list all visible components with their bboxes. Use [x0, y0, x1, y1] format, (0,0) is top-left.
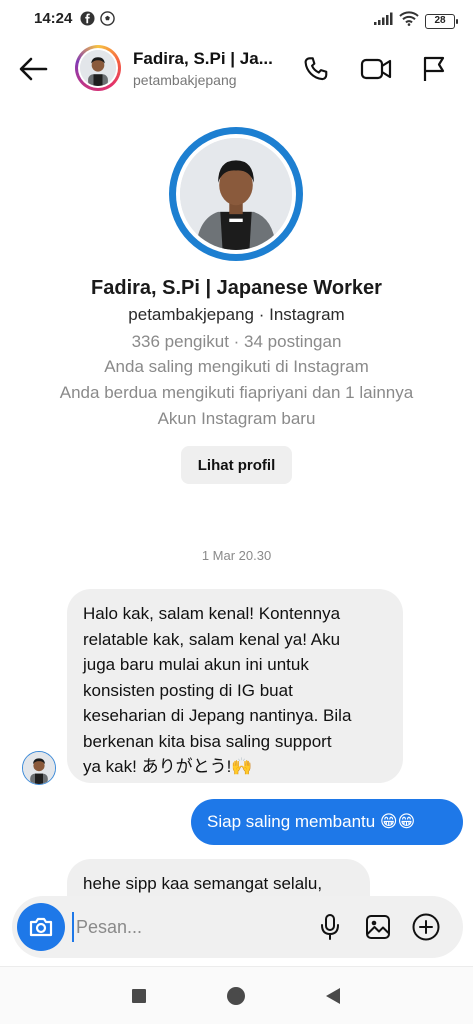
message-line: Halo kak, salam kenal! Kontennya: [83, 604, 341, 623]
message-composer: [12, 896, 463, 958]
mutual-followers: Anda berdua mengikuti fiapriyani dan 1 l…: [59, 383, 414, 402]
triangle-back-icon: [326, 988, 340, 1004]
header-username[interactable]: petambakjepang: [133, 72, 237, 88]
square-icon: [132, 989, 146, 1003]
message-timestamp: 1 Mar 20.30: [201, 548, 272, 563]
voice-message-button[interactable]: [313, 910, 347, 944]
back-arrow-icon: [19, 57, 48, 81]
recent-apps-button[interactable]: [124, 981, 154, 1011]
phone-icon: [304, 57, 328, 81]
outgoing-message[interactable]: Siap saling membantu 😁😁: [191, 799, 463, 845]
avatar-photo: [80, 50, 116, 86]
status-time: 14:24: [34, 10, 73, 27]
follow-status: Anda saling mengikuti di Instagram: [104, 357, 369, 376]
back-button[interactable]: [16, 52, 50, 86]
plus-circle-icon: [412, 913, 440, 941]
camera-icon: [29, 917, 53, 937]
message-line: relatable kak, salam kenal ya! Aku: [83, 629, 341, 649]
gallery-button[interactable]: [361, 910, 395, 944]
status-bar: 14:24 28: [0, 0, 473, 40]
signal-icon: [373, 12, 393, 31]
wifi-icon: [399, 11, 419, 31]
home-button[interactable]: [221, 981, 251, 1011]
battery-icon: 28: [425, 13, 458, 29]
status-right-icons: 28: [373, 11, 458, 31]
profile-stats: 336 pengikut · 34 postingan: [131, 332, 342, 351]
chat-header: Fadira, S.Pi | Ja... petambakjepang: [0, 40, 473, 98]
audio-call-button[interactable]: [299, 52, 333, 86]
system-back-button[interactable]: [318, 981, 348, 1011]
camera-button[interactable]: [17, 903, 65, 951]
message-input[interactable]: [72, 912, 302, 942]
sender-avatar[interactable]: [22, 751, 56, 785]
status-left-icons: [80, 11, 115, 26]
video-camera-icon: [360, 58, 392, 80]
view-profile-button[interactable]: Lihat profil: [181, 446, 292, 484]
message-line: berkenan kita bisa saling support: [83, 731, 332, 751]
account-note: Akun Instagram baru: [157, 409, 316, 428]
soccer-ball-icon: [100, 11, 115, 26]
message-line: konsisten posting di IG buat: [83, 680, 293, 700]
system-nav-bar: [0, 966, 473, 1024]
profile-photo-image: [180, 138, 292, 250]
message-line: keseharian di Jepang nantinya. Bila: [83, 706, 352, 725]
video-call-button[interactable]: [359, 52, 393, 86]
incoming-message[interactable]: Halo kak, salam kenal! Kontennya relatab…: [67, 589, 403, 783]
dm-screen: 14:24 28 Fadira, S.Pi | Ja... petambakje…: [0, 0, 473, 1024]
image-gallery-icon: [366, 915, 390, 939]
facebook-icon: [80, 11, 95, 26]
profile-name: Fadira, S.Pi | Japanese Worker: [91, 277, 382, 299]
profile-handle: petambakjepang · Instagram: [128, 305, 345, 324]
header-name[interactable]: Fadira, S.Pi | Ja...: [133, 49, 273, 69]
message-line: ya kak! ありがとう!🙌: [83, 757, 253, 776]
home-circle-icon: [227, 987, 245, 1005]
more-options-button[interactable]: [409, 910, 443, 944]
profile-photo[interactable]: [169, 127, 303, 261]
flag-icon: [423, 56, 445, 81]
report-flag-button[interactable]: [417, 52, 451, 86]
microphone-icon: [321, 914, 339, 940]
message-line: juga baru mulai akun ini untuk: [83, 655, 309, 674]
header-avatar[interactable]: [75, 45, 121, 91]
